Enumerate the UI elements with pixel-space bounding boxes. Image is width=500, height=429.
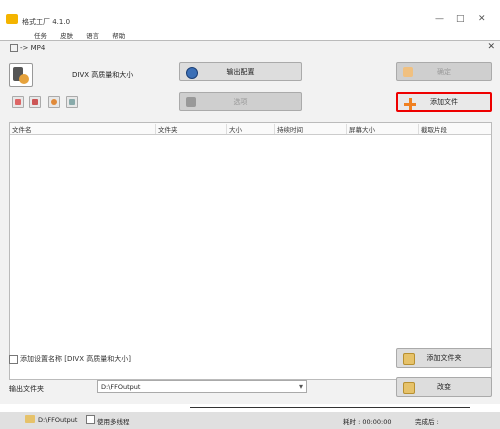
app-title: 格式工厂 4.1.0 (22, 18, 71, 26)
options-icon (186, 97, 196, 107)
menu-item-language[interactable]: 语言 (86, 32, 99, 40)
chevron-down-icon: ▾ (298, 382, 303, 391)
menu-item-task[interactable]: 任务 (34, 32, 47, 40)
file-table[interactable]: 文件名 文件夹 大小 持续时间 屏幕大小 截取片段 (9, 122, 492, 380)
add-setting-name-label: 添加设置名称 (20, 355, 62, 363)
settings-tool-icon[interactable] (48, 96, 60, 108)
add-folder-icon (403, 353, 415, 365)
clear-tool-icon[interactable] (12, 96, 24, 108)
after-complete[interactable]: 完成后 : (415, 416, 439, 426)
add-setting-name-value: [DIVX 高质量和大小] (64, 355, 131, 363)
multithread-checkbox[interactable] (86, 415, 95, 424)
ok-button[interactable]: 确定 (396, 62, 492, 81)
add-file-button[interactable]: 添加文件 (396, 92, 492, 112)
output-folder-label: 输出文件夹 (9, 385, 44, 393)
change-button[interactable]: 改变 (396, 377, 492, 397)
play-tool-icon[interactable] (29, 96, 41, 108)
add-setting-name-row[interactable]: 添加设置名称 [DIVX 高质量和大小] (9, 354, 131, 364)
output-folder-select[interactable]: D:\FFOutput ▾ (97, 380, 307, 393)
menu-bar: 任务 皮肤 语言 帮助 (34, 30, 136, 40)
app-logo-icon (6, 14, 18, 24)
dialog-icon (10, 44, 18, 52)
dialog-title: -> MP4 (10, 44, 45, 52)
add-folder-button[interactable]: 添加文件夹 (396, 348, 492, 368)
col-folder[interactable]: 文件夹 (155, 124, 226, 134)
elapsed-time: 耗时 : 00:00:00 (343, 418, 392, 426)
menu-item-skin[interactable]: 皮肤 (60, 32, 73, 40)
ok-arrow-icon (403, 67, 413, 77)
output-config-icon (186, 67, 198, 79)
format-icon (9, 63, 33, 87)
col-filename[interactable]: 文件名 (10, 124, 155, 134)
convert-dialog: -> MP4 ✕ DIVX 高质量和大小 输出配置 确定 选项 添加文件 文件名… (0, 40, 500, 405)
bottom-strip (0, 404, 500, 412)
menu-item-help[interactable]: 帮助 (112, 32, 125, 40)
dialog-close-button[interactable]: ✕ (487, 42, 495, 52)
col-duration[interactable]: 持续时间 (274, 124, 346, 134)
status-bar: D:\FFOutput 使用多线程 耗时 : 00:00:00 完成后 : (0, 412, 500, 429)
col-clip[interactable]: 截取片段 (418, 124, 491, 134)
table-header: 文件名 文件夹 大小 持续时间 屏幕大小 截取片段 (10, 123, 491, 135)
col-size[interactable]: 大小 (226, 124, 274, 134)
plus-icon (404, 98, 416, 110)
maximize-button[interactable]: □ (456, 14, 465, 24)
close-window-button[interactable]: ✕ (478, 14, 486, 24)
change-folder-icon (403, 382, 415, 394)
col-screen-size[interactable]: 屏幕大小 (346, 124, 418, 134)
output-config-button[interactable]: 输出配置 (179, 62, 302, 81)
multithread-label: 使用多线程 (97, 418, 130, 426)
add-setting-name-checkbox[interactable] (9, 354, 18, 364)
folder-icon[interactable] (25, 415, 35, 423)
minimize-button[interactable]: — (435, 14, 444, 24)
view-tool-icon[interactable] (66, 96, 78, 108)
options-button[interactable]: 选项 (179, 92, 302, 111)
status-output-path[interactable]: D:\FFOutput (38, 416, 77, 424)
format-label: DIVX 高质量和大小 (72, 71, 134, 79)
main-window-header: 格式工厂 4.1.0 任务 皮肤 语言 帮助 — □ ✕ (0, 0, 500, 40)
